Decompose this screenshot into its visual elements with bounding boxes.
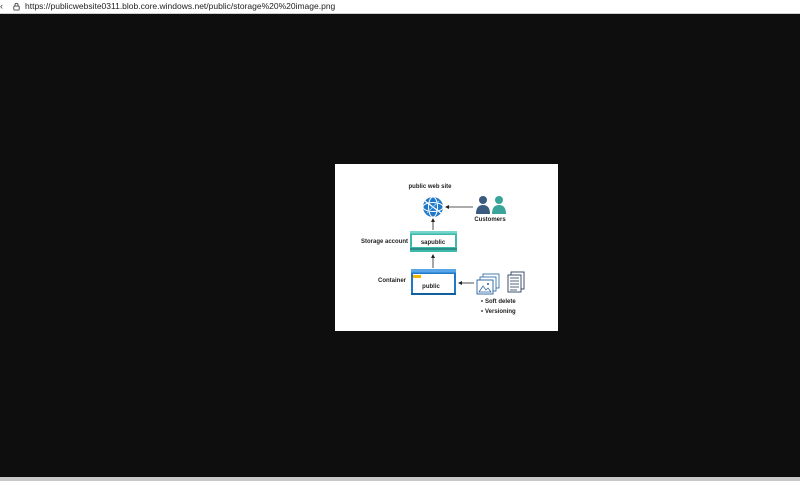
url-text[interactable]: https://publicwebsite0311.blob.core.wind… xyxy=(25,1,335,12)
container-label: Container xyxy=(378,278,407,284)
displayed-image: public web site Customers Storage accoun… xyxy=(335,164,558,331)
bottom-edge xyxy=(0,477,800,481)
address-bar: ‹ https://publicwebsite0311.blob.core.wi… xyxy=(0,0,800,14)
globe-icon xyxy=(422,196,444,218)
arrow-storage-to-site xyxy=(431,218,435,230)
container-name: public xyxy=(422,284,440,290)
container-icon xyxy=(411,269,456,295)
arrow-container-to-storage xyxy=(431,254,435,268)
storage-account-name: sapublic xyxy=(421,240,446,246)
feature-item: Soft delete xyxy=(485,299,516,305)
lock-icon[interactable] xyxy=(12,2,21,11)
customers-label: Customers xyxy=(474,217,506,223)
back-edge-icon[interactable]: ‹ xyxy=(0,1,3,12)
image-files-icon xyxy=(476,273,500,295)
customers-icon xyxy=(476,196,506,214)
document-icon xyxy=(507,271,525,293)
arrow-files-to-container xyxy=(458,281,474,285)
feature-list: Soft delete Versioning xyxy=(481,299,516,315)
storage-account-label: Storage account xyxy=(361,239,408,245)
arrow-customers-to-site xyxy=(445,205,473,209)
feature-item: Versioning xyxy=(485,309,516,315)
public-web-site-label: public web site xyxy=(408,184,452,190)
